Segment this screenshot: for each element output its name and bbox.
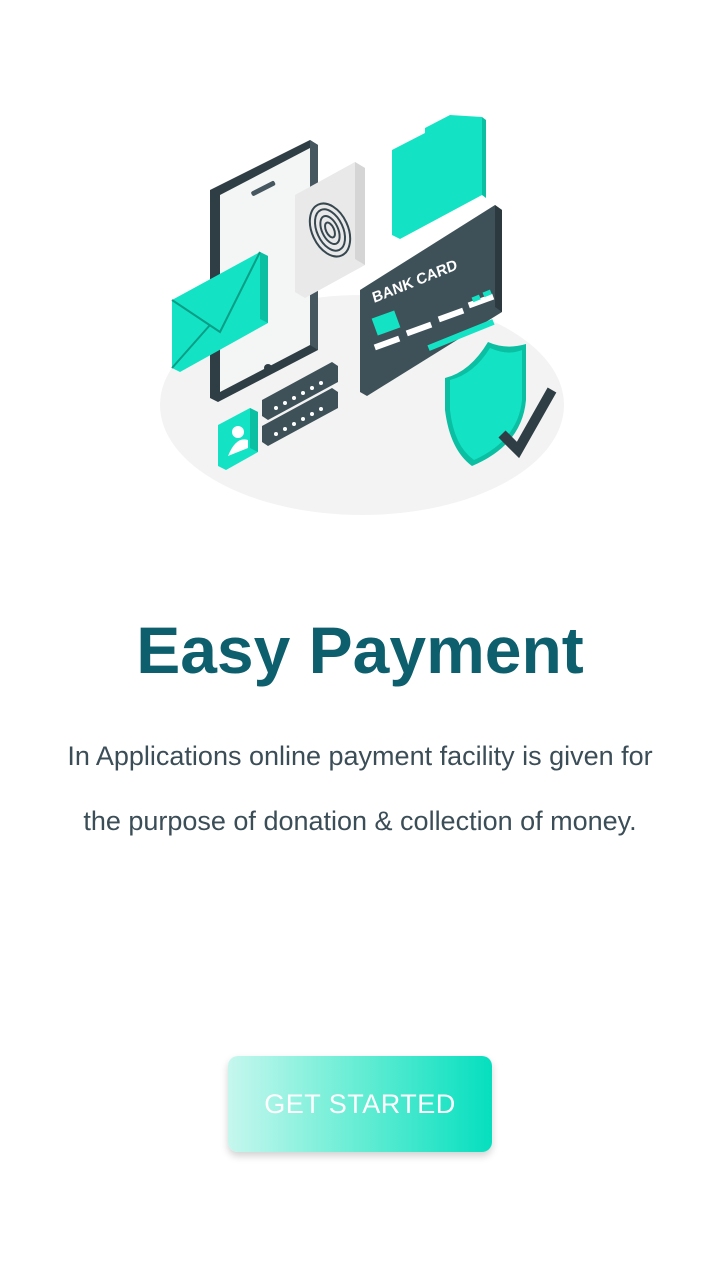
- payment-illustration: BANK CARD: [150, 100, 570, 520]
- get-started-button[interactable]: GET STARTED: [228, 1056, 492, 1152]
- page-title: Easy Payment: [136, 613, 584, 687]
- feature-description: In Applications online payment facility …: [67, 741, 653, 836]
